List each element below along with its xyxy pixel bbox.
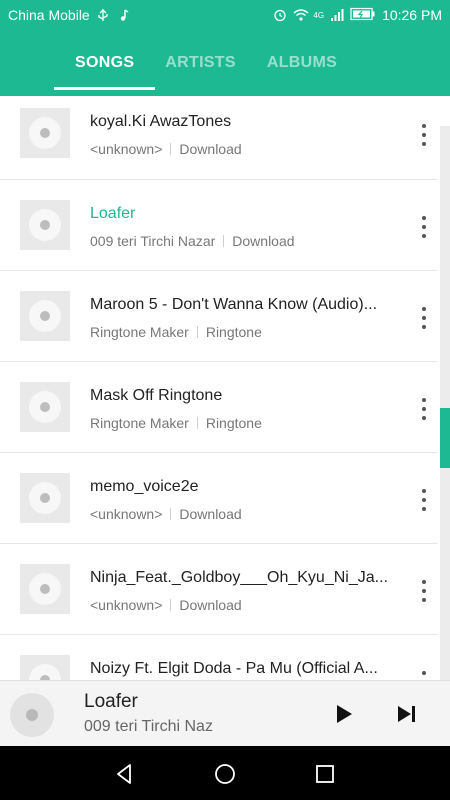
song-title: Loafer — [90, 205, 136, 222]
home-icon[interactable] — [213, 762, 237, 786]
song-title: Noizy Ft. Elgit Doda - Pa Mu (Official A… — [90, 660, 378, 677]
now-playing-artist: 009 teri Tirchi Naz — [84, 718, 213, 735]
separator — [170, 508, 172, 520]
album-art-thumbnail — [20, 200, 70, 250]
back-icon[interactable] — [113, 762, 137, 786]
list-item[interactable]: memo_voice2e <unknown> Download — [0, 453, 450, 544]
list-item[interactable]: Noizy Ft. Elgit Doda - Pa Mu (Official A… — [0, 635, 450, 680]
carrier-label: China Mobile — [8, 7, 90, 23]
album-art-thumbnail — [20, 291, 70, 341]
list-item[interactable]: Mask Off Ringtone Ringtone Maker Ringtone — [0, 362, 450, 453]
more-options-icon[interactable] — [420, 671, 428, 680]
album-art-thumbnail — [20, 473, 70, 523]
song-meta: <unknown> Download — [90, 506, 400, 522]
network-type-label: 4G — [313, 10, 325, 20]
song-meta: Ringtone Maker Ringtone — [90, 415, 400, 431]
song-meta: <unknown> Download — [90, 141, 400, 157]
usb-icon — [96, 8, 110, 22]
more-options-icon[interactable] — [420, 398, 428, 420]
more-options-icon[interactable] — [420, 124, 428, 146]
song-list[interactable]: koyal.Ki AwazTones <unknown> Download Loa… — [0, 96, 450, 680]
song-album: Ringtone — [205, 324, 262, 340]
song-album: Download — [179, 506, 242, 522]
signal-icon — [330, 8, 344, 22]
skip-next-icon[interactable] — [396, 703, 418, 725]
album-art-thumbnail — [20, 108, 70, 158]
album-art-thumbnail — [20, 655, 70, 680]
time-label: 10:26 PM — [382, 7, 442, 23]
list-item[interactable]: Maroon 5 - Don't Wanna Know (Audio)... R… — [0, 271, 450, 362]
song-meta: 009 teri Tirchi Nazar Download — [90, 233, 400, 249]
music-note-icon — [116, 8, 130, 22]
navigation-bar — [0, 746, 450, 800]
song-artist: <unknown> — [90, 506, 163, 522]
separator — [196, 417, 198, 429]
scrollbar-thumb[interactable] — [440, 408, 450, 468]
song-artist: Ringtone Maker — [90, 324, 189, 340]
scrollbar-track[interactable] — [440, 126, 450, 680]
song-artist: <unknown> — [90, 141, 163, 157]
song-title: Ninja_Feat._Goldboy___Oh_Kyu_Ni_Ja... — [90, 569, 388, 586]
separator — [196, 326, 198, 338]
tab-songs[interactable]: SONGS — [53, 30, 156, 96]
song-artist: 009 teri Tirchi Nazar — [90, 233, 216, 249]
status-bar: China Mobile 4G 10:26 PM — [0, 0, 450, 30]
song-title: koyal.Ki AwazTones — [90, 113, 232, 130]
recents-icon[interactable] — [313, 762, 337, 786]
song-album: Download — [179, 597, 242, 613]
song-meta: <unknown> Download — [90, 597, 400, 613]
list-item[interactable]: koyal.Ki AwazTones <unknown> Download — [0, 96, 450, 180]
tab-bar: SONGS ARTISTS ALBUMS — [0, 30, 450, 96]
album-art-thumbnail — [20, 382, 70, 432]
list-item[interactable]: Loafer 009 teri Tirchi Nazar Download — [0, 180, 450, 271]
separator — [223, 235, 225, 247]
tab-artists[interactable]: ARTISTS — [165, 30, 236, 96]
wifi-icon — [293, 8, 309, 22]
song-artist: Ringtone Maker — [90, 415, 189, 431]
separator — [170, 143, 172, 155]
more-options-icon[interactable] — [420, 216, 428, 238]
separator — [170, 599, 172, 611]
song-title: Maroon 5 - Don't Wanna Know (Audio)... — [90, 296, 378, 313]
song-album: Download — [232, 233, 295, 249]
play-icon[interactable] — [334, 703, 354, 725]
more-options-icon[interactable] — [420, 580, 428, 602]
now-playing-title: Loafer — [84, 691, 138, 712]
song-album: Download — [179, 141, 242, 157]
song-title: Mask Off Ringtone — [90, 387, 223, 404]
song-title: memo_voice2e — [90, 478, 199, 495]
more-options-icon[interactable] — [420, 489, 428, 511]
album-art-thumbnail — [20, 564, 70, 614]
song-meta: Ringtone Maker Ringtone — [90, 324, 400, 340]
now-playing-bar[interactable]: Loafer 009 teri Tirchi Naz — [0, 680, 450, 746]
now-playing-album-art — [10, 693, 54, 737]
song-album: Ringtone — [205, 415, 262, 431]
alarm-icon — [273, 8, 287, 22]
more-options-icon[interactable] — [420, 307, 428, 329]
battery-icon — [350, 7, 376, 24]
list-item[interactable]: Ninja_Feat._Goldboy___Oh_Kyu_Ni_Ja... <u… — [0, 544, 450, 635]
song-artist: <unknown> — [90, 597, 163, 613]
tab-albums[interactable]: ALBUMS — [267, 30, 337, 96]
